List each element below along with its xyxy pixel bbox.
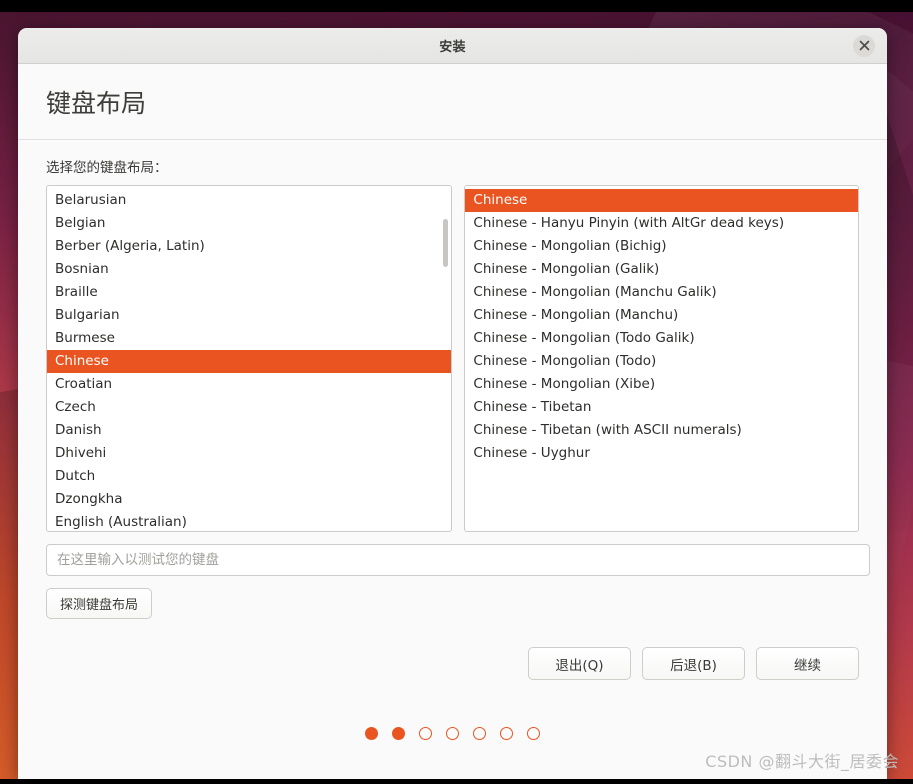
layout-list-item[interactable]: Bosnian bbox=[47, 258, 451, 281]
keyboard-layout-prompt: 选择您的键盘布局： bbox=[46, 160, 168, 176]
layout-list-item[interactable]: Czech bbox=[47, 396, 451, 419]
keyboard-variant-list[interactable]: Chinese Chinese - Hanyu Pinyin (with AltG… bbox=[464, 185, 859, 532]
variant-list-item[interactable]: Chinese - Hanyu Pinyin (with AltGr dead … bbox=[465, 212, 858, 235]
layout-list-item[interactable]: Dutch bbox=[47, 465, 451, 488]
variant-list-item[interactable]: Chinese - Tibetan (with ASCII numerals) bbox=[465, 419, 858, 442]
layout-list-item[interactable]: Berber (Algeria, Latin) bbox=[47, 235, 451, 258]
window-titlebar: 安装 bbox=[18, 28, 887, 64]
desktop-bottom-bar bbox=[0, 779, 913, 784]
layout-list-item[interactable]: Danish bbox=[47, 419, 451, 442]
back-button[interactable]: 后退(B) bbox=[642, 647, 745, 680]
progress-dot[interactable] bbox=[446, 727, 459, 740]
variant-list-item[interactable]: Chinese - Tibetan bbox=[465, 396, 858, 419]
layout-list-item[interactable]: Chinese bbox=[47, 350, 452, 373]
variant-list-item[interactable]: Chinese - Mongolian (Manchu Galik) bbox=[465, 281, 858, 304]
layout-list-scroll-thumb[interactable] bbox=[443, 219, 449, 267]
detect-keyboard-layout-button[interactable]: 探测键盘布局 bbox=[46, 588, 153, 619]
continue-button[interactable]: 继续 bbox=[756, 647, 859, 680]
screen: 安装 键盘布局 选择您的键盘布局： Belarusian Belgian Berbe… bbox=[0, 0, 913, 784]
progress-dot[interactable] bbox=[527, 727, 540, 740]
layout-list-item[interactable]: Dhivehi bbox=[47, 442, 451, 465]
progress-dot[interactable] bbox=[500, 727, 513, 740]
variant-list-item[interactable]: Chinese bbox=[465, 189, 858, 212]
keyboard-test-input[interactable] bbox=[46, 544, 870, 576]
quit-button[interactable]: 退出(Q) bbox=[528, 647, 631, 680]
layout-list-item[interactable]: Burmese bbox=[47, 327, 451, 350]
layout-list-scrollbar[interactable] bbox=[442, 189, 449, 528]
close-icon bbox=[859, 40, 869, 51]
layout-list-item[interactable]: Croatian bbox=[47, 373, 451, 396]
layout-list-item[interactable]: Braille bbox=[47, 281, 451, 304]
progress-dot[interactable] bbox=[419, 727, 432, 740]
variant-list-item[interactable]: Chinese - Mongolian (Xibe) bbox=[465, 373, 858, 396]
keyboard-variant-list-rows: Chinese Chinese - Hanyu Pinyin (with AltG… bbox=[465, 186, 858, 465]
keyboard-layout-list[interactable]: Belarusian Belgian Berber (Algeria, Latin)… bbox=[46, 185, 453, 532]
progress-dot[interactable] bbox=[392, 727, 405, 740]
variant-list-item[interactable]: Chinese - Mongolian (Todo) bbox=[465, 350, 858, 373]
layout-list-item[interactable]: Belgian bbox=[47, 212, 451, 235]
close-button[interactable] bbox=[853, 34, 875, 57]
progress-dots bbox=[46, 727, 859, 740]
variant-list-item[interactable]: Chinese - Mongolian (Todo Galik) bbox=[465, 327, 858, 350]
variant-list-item[interactable]: Chinese - Mongolian (Galik) bbox=[465, 258, 858, 281]
layout-list-item[interactable]: Belarusian bbox=[47, 189, 451, 212]
variant-list-item[interactable]: Chinese - Mongolian (Bichig) bbox=[465, 235, 858, 258]
layout-list-item[interactable]: Bulgarian bbox=[47, 304, 451, 327]
progress-dot[interactable] bbox=[365, 727, 378, 740]
variant-list-item[interactable]: Chinese - Mongolian (Manchu) bbox=[465, 304, 858, 327]
page-content: 选择您的键盘布局： Belarusian Belgian Berber (Alger… bbox=[18, 140, 887, 740]
layout-selection-area: Belarusian Belgian Berber (Algeria, Latin)… bbox=[46, 185, 859, 532]
layout-list-item[interactable]: Dzongkha bbox=[47, 488, 451, 511]
window-title: 安装 bbox=[439, 40, 466, 55]
desktop-top-bar bbox=[0, 0, 913, 12]
page-title: 键盘布局 bbox=[46, 88, 147, 118]
watermark-text: CSDN @翻斗大街_居委会 bbox=[705, 752, 899, 771]
layout-list-item[interactable]: English (Australian) bbox=[47, 511, 451, 531]
installer-window: 安装 键盘布局 选择您的键盘布局： Belarusian Belgian Berbe… bbox=[18, 28, 887, 779]
variant-list-item[interactable]: Chinese - Uyghur bbox=[465, 442, 858, 465]
progress-dot[interactable] bbox=[473, 727, 486, 740]
navigation-buttons: 退出(Q) 后退(B) 继续 bbox=[46, 647, 859, 680]
page-header: 键盘布局 bbox=[18, 64, 887, 140]
keyboard-layout-list-rows: Belarusian Belgian Berber (Algeria, Latin)… bbox=[47, 186, 452, 531]
